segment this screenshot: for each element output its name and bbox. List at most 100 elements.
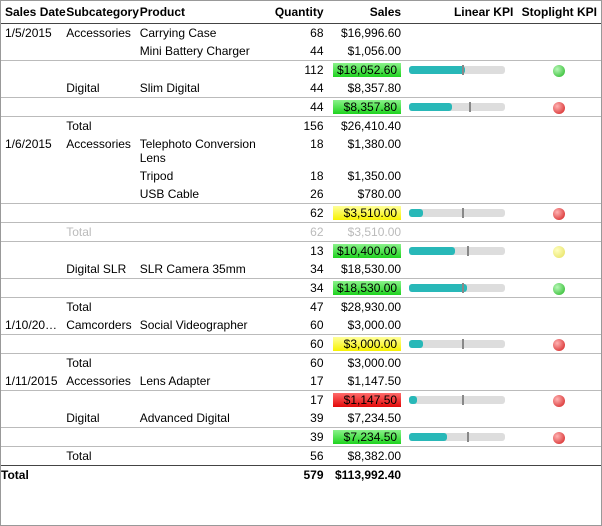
linear-cell	[405, 335, 517, 354]
stoplight-cell	[517, 298, 601, 317]
col-linear-kpi[interactable]: Linear KPI	[405, 1, 517, 24]
col-sales[interactable]: Sales	[328, 1, 406, 24]
date-cell	[1, 298, 62, 317]
col-quantity[interactable]: Quantity	[266, 1, 327, 24]
sales-cell: $28,930.00	[328, 298, 406, 317]
quantity-cell: 39	[266, 428, 327, 447]
stoplight-cell	[517, 260, 601, 279]
stoplight-cell	[517, 223, 601, 242]
product-cell	[136, 223, 267, 242]
sales-cell: $780.00	[328, 185, 406, 204]
table-row[interactable]: DigitalSlim Digital44$8,357.80	[1, 79, 601, 98]
product-cell	[136, 354, 267, 373]
col-stoplight-kpi[interactable]: Stoplight KPI	[517, 1, 601, 24]
product-cell	[136, 447, 267, 466]
sales-cell: $3,000.00	[328, 354, 406, 373]
sales-cell: $7,234.50	[328, 409, 406, 428]
date-cell	[1, 223, 62, 242]
date-cell	[1, 79, 62, 98]
date-cell	[1, 335, 62, 354]
sales-cell: $16,996.60	[328, 24, 406, 43]
grand-total-label: Total	[1, 466, 62, 485]
quantity-cell: 62	[266, 204, 327, 223]
subcategory-cell: Digital	[62, 79, 135, 98]
subcategory-cell: Accessories	[62, 24, 135, 43]
total-label-cell: Total	[62, 354, 135, 373]
linear-kpi-bar	[409, 66, 505, 74]
table-row[interactable]: Digital SLRSLR Camera 35mm34$18,530.00	[1, 260, 601, 279]
quantity-cell: 44	[266, 79, 327, 98]
linear-kpi-bar	[409, 433, 505, 441]
table-row[interactable]: 1/5/2015AccessoriesCarrying Case68$16,99…	[1, 24, 601, 43]
grand-total-row: Total579$113,992.40	[1, 466, 601, 485]
stoplight-yellow-icon	[553, 246, 565, 258]
linear-cell	[405, 61, 517, 80]
col-date[interactable]: Sales Date	[1, 1, 62, 24]
quantity-cell: 34	[266, 260, 327, 279]
quantity-cell: 17	[266, 391, 327, 410]
product-cell	[136, 279, 267, 298]
subtotal-row[interactable]: 17$1,147.50	[1, 391, 601, 410]
linear-kpi-bar	[409, 209, 505, 217]
table-row[interactable]: Tripod18$1,350.00	[1, 167, 601, 185]
stoplight-cell	[517, 354, 601, 373]
day-total-row[interactable]: Total47$28,930.00	[1, 298, 601, 317]
subcategory-cell: Accessories	[62, 135, 135, 167]
table-row[interactable]: 1/10/2015CamcordersSocial Videographer60…	[1, 316, 601, 335]
day-total-row[interactable]: Total62$3,510.00	[1, 223, 601, 242]
linear-cell	[405, 204, 517, 223]
subcategory-cell	[62, 335, 135, 354]
linear-cell	[405, 298, 517, 317]
date-cell	[1, 391, 62, 410]
stoplight-cell	[517, 372, 601, 391]
linear-cell	[405, 391, 517, 410]
table-row[interactable]: 1/11/2015AccessoriesLens Adapter17$1,147…	[1, 372, 601, 391]
linear-kpi-bar	[409, 340, 505, 348]
subtotal-row[interactable]: 60$3,000.00	[1, 335, 601, 354]
col-product[interactable]: Product	[136, 1, 267, 24]
date-cell	[1, 204, 62, 223]
linear-cell	[405, 167, 517, 185]
total-label-cell: Total	[62, 117, 135, 136]
sales-cell: $18,052.60	[328, 61, 406, 80]
subtotal-row[interactable]: 62$3,510.00	[1, 204, 601, 223]
date-cell	[1, 409, 62, 428]
day-total-row[interactable]: Total56$8,382.00	[1, 447, 601, 466]
quantity-cell: 17	[266, 372, 327, 391]
product-cell: Lens Adapter	[136, 372, 267, 391]
stoplight-cell	[517, 204, 601, 223]
stoplight-red-icon	[553, 395, 565, 407]
date-cell	[1, 279, 62, 298]
subcategory-cell	[62, 279, 135, 298]
stoplight-cell	[517, 409, 601, 428]
linear-kpi-bar	[409, 396, 505, 404]
subtotal-row[interactable]: 39$7,234.50	[1, 428, 601, 447]
subtotal-row[interactable]: 44$8,357.80	[1, 98, 601, 117]
stoplight-red-icon	[553, 432, 565, 444]
product-cell	[136, 242, 267, 261]
sales-cell: $1,147.50	[328, 372, 406, 391]
table-row[interactable]: USB Cable26$780.00	[1, 185, 601, 204]
subtotal-row[interactable]: 13$10,400.00	[1, 242, 601, 261]
table-row[interactable]: DigitalAdvanced Digital39$7,234.50	[1, 409, 601, 428]
linear-cell	[405, 428, 517, 447]
stoplight-green-icon	[553, 65, 565, 77]
subcategory-cell: Camcorders	[62, 316, 135, 335]
day-total-row[interactable]: Total60$3,000.00	[1, 354, 601, 373]
subtotal-row[interactable]: 112$18,052.60	[1, 61, 601, 80]
table-row[interactable]: Mini Battery Charger44$1,056.00	[1, 42, 601, 61]
stoplight-cell	[517, 24, 601, 43]
total-label-cell: Total	[62, 223, 135, 242]
stoplight-cell	[517, 335, 601, 354]
day-total-row[interactable]: Total156$26,410.40	[1, 117, 601, 136]
col-subcat[interactable]: Subcategory	[62, 1, 135, 24]
total-label-cell: Total	[62, 447, 135, 466]
date-cell	[1, 428, 62, 447]
sales-cell: $3,000.00	[328, 316, 406, 335]
subtotal-row[interactable]: 34$18,530.00	[1, 279, 601, 298]
quantity-cell: 44	[266, 42, 327, 61]
sales-cell: $7,234.50	[328, 428, 406, 447]
linear-kpi-bar	[409, 284, 505, 292]
table-row[interactable]: 1/6/2015AccessoriesTelephoto Conversion …	[1, 135, 601, 167]
date-cell	[1, 117, 62, 136]
